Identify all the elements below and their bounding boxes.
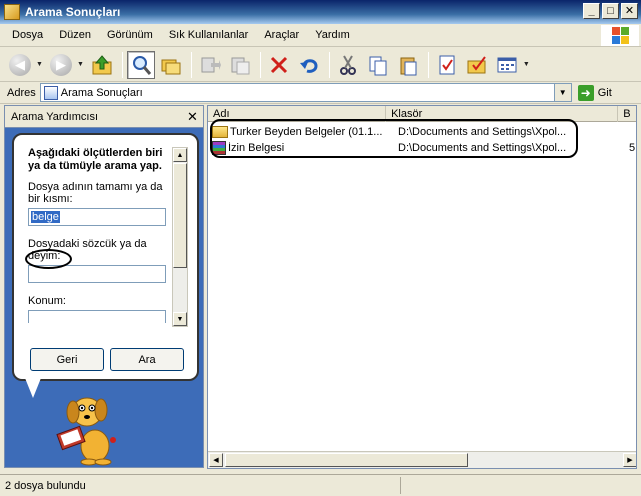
scroll-thumb[interactable] <box>225 453 468 467</box>
back-search-button[interactable]: Geri <box>30 348 104 371</box>
title-bar: Arama Sonuçları _ □ ✕ <box>0 0 641 24</box>
toolbar-separator <box>121 51 123 78</box>
status-bar: 2 dosya bulundu <box>0 474 641 496</box>
forward-button[interactable]: ▶ <box>47 51 75 79</box>
filename-label: Dosya adının tamamı ya da bir kısmı: <box>28 181 163 205</box>
window-title: Arama Sonuçları <box>25 5 121 19</box>
filename-input[interactable]: belge <box>28 208 166 226</box>
scroll-down-icon[interactable]: ▼ <box>173 312 187 326</box>
toolbar-separator <box>427 51 429 78</box>
search-form: Aşağıdaki ölçütlerden biri ya da tümüyle… <box>28 147 168 323</box>
bubble-tail <box>25 378 41 398</box>
location-label: Konum: <box>28 295 66 307</box>
back-dropdown-icon[interactable]: ▼ <box>36 61 43 68</box>
windows-logo-icon <box>601 25 639 46</box>
search-companion-title: Arama Yardımcısı <box>11 110 99 123</box>
cut-button[interactable] <box>334 51 362 79</box>
folders-button[interactable] <box>157 51 185 79</box>
status-text: 2 dosya bulundu <box>5 479 86 492</box>
window-folder-icon <box>4 4 20 20</box>
address-label: Adres <box>7 86 36 99</box>
toolbar-separator <box>259 51 261 78</box>
search-results-icon <box>43 85 58 100</box>
item-extra: 5 <box>629 142 636 154</box>
toolbar: ◀ ▼ ▶ ▼ ▼ <box>0 48 641 82</box>
go-arrow-icon: ➜ <box>577 84 594 101</box>
highlight-oval <box>210 119 578 158</box>
forward-dropdown-icon[interactable]: ▼ <box>77 61 84 68</box>
scroll-right-icon[interactable]: ▶ <box>623 453 636 467</box>
folders-icon <box>161 59 181 74</box>
maximize-button[interactable]: □ <box>602 3 619 19</box>
search-companion-pane: Arama Yardımcısı ✕ Aşağıdaki ölçütlerden… <box>4 105 204 468</box>
move-to-icon <box>201 57 221 72</box>
views-button[interactable] <box>493 51 521 79</box>
back-button[interactable]: ◀ <box>6 51 34 79</box>
copy-button[interactable] <box>364 51 392 79</box>
properties-button[interactable] <box>433 51 461 79</box>
window-controls: _ □ ✕ <box>583 3 638 19</box>
views-dropdown-icon[interactable]: ▼ <box>523 61 530 68</box>
scroll-up-icon[interactable]: ▲ <box>173 148 187 162</box>
undo-icon <box>299 58 318 73</box>
status-separator <box>400 477 401 494</box>
location-select[interactable] <box>28 310 166 323</box>
delete-icon <box>270 56 287 73</box>
results-list: Adı Klasör B Turker Beyden Belgeler (01.… <box>207 105 637 469</box>
paste-button[interactable] <box>394 51 422 79</box>
search-button[interactable] <box>126 50 155 79</box>
properties-icon <box>439 55 455 74</box>
paste-icon <box>400 57 417 75</box>
minimize-button[interactable]: _ <box>583 3 600 19</box>
scroll-thumb[interactable] <box>173 163 187 268</box>
menu-bar: Dosya Düzen Görünüm Sık Kullanılanlar Ar… <box>0 24 641 47</box>
column-size[interactable]: B <box>618 106 636 122</box>
delete-button[interactable] <box>265 51 293 79</box>
address-bar: Adres Arama Sonuçları ▼ ➜ Git <box>0 82 641 104</box>
close-button[interactable]: ✕ <box>621 3 638 19</box>
search-companion-header: Arama Yardımcısı <box>5 106 203 128</box>
toolbar-separator <box>190 51 192 78</box>
menu-file[interactable]: Dosya <box>4 29 51 41</box>
search-icon <box>132 55 152 75</box>
form-scrollbar[interactable]: ▲ ▼ <box>172 147 188 327</box>
search-heading: Aşağıdaki ölçütlerden biri ya da tümüyle… <box>28 147 163 172</box>
address-value: Arama Sonuçları <box>60 86 143 99</box>
highlight-oval <box>25 249 72 269</box>
toolbar-separator <box>328 51 330 78</box>
scroll-left-icon[interactable]: ◀ <box>209 453 223 467</box>
move-to-button[interactable] <box>196 51 224 79</box>
menu-edit[interactable]: Düzen <box>51 29 99 41</box>
back-arrow-icon: ◀ <box>9 53 31 76</box>
up-folder-button[interactable] <box>88 51 116 79</box>
menu-view[interactable]: Görünüm <box>99 29 161 41</box>
menu-tools[interactable]: Araçlar <box>256 29 307 41</box>
copy-icon <box>369 56 387 75</box>
address-dropdown-button[interactable]: ▼ <box>553 84 571 101</box>
search-bubble: Aşağıdaki ölçütlerden biri ya da tümüyle… <box>12 133 199 381</box>
go-label: Git <box>597 86 612 99</box>
menu-help[interactable]: Yardım <box>307 29 358 41</box>
search-dog-icon <box>56 397 116 466</box>
horizontal-scrollbar[interactable]: ◀ ▶ <box>208 451 636 468</box>
go-button[interactable]: ➜ Git <box>577 84 612 101</box>
forward-arrow-icon: ▶ <box>49 53 72 76</box>
folder-options-button[interactable] <box>463 51 491 79</box>
copy-to-button[interactable] <box>226 51 254 79</box>
views-icon <box>497 57 517 72</box>
copy-to-icon <box>231 57 250 74</box>
menu-favorites[interactable]: Sık Kullanılanlar <box>161 29 257 41</box>
pane-close-icon[interactable]: ✕ <box>184 108 201 125</box>
folder-options-icon <box>467 55 486 73</box>
address-input[interactable]: Arama Sonuçları ▼ <box>39 83 572 102</box>
cut-icon <box>339 54 356 75</box>
filename-value: belge <box>31 211 60 223</box>
up-folder-icon <box>92 54 112 74</box>
search-submit-button[interactable]: Ara <box>110 348 184 371</box>
undo-button[interactable] <box>295 51 323 79</box>
